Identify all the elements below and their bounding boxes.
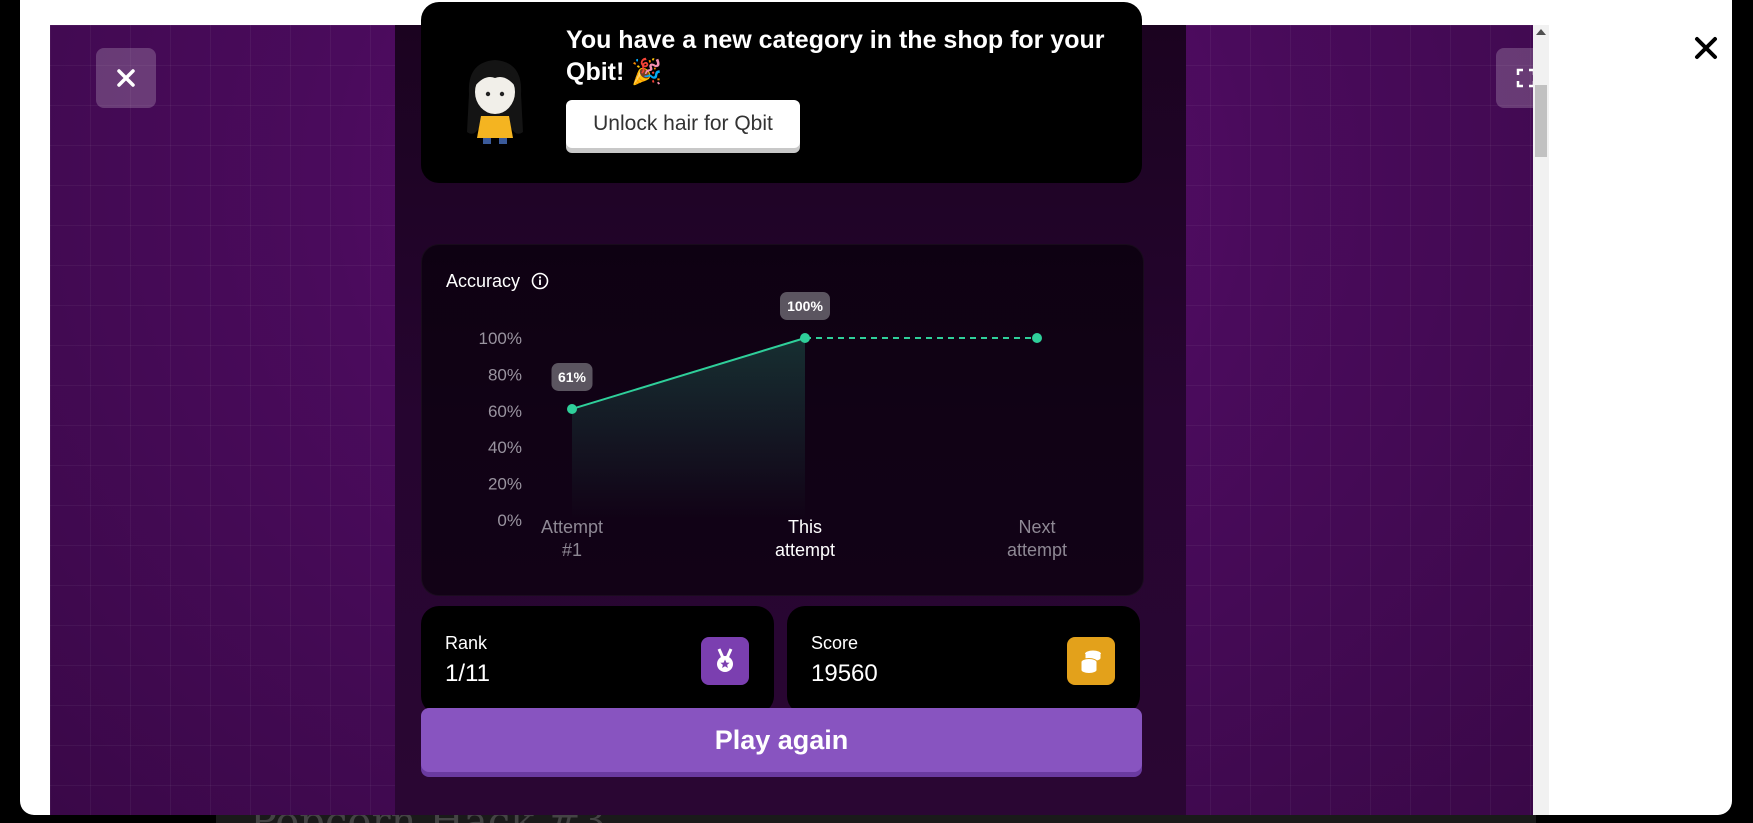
close-icon — [1695, 37, 1717, 59]
accuracy-card: Accuracy 100% 80% 60% 40% 20% 0% 61% 100% Attemp… — [421, 244, 1144, 596]
y-tick-label: 40% — [488, 438, 522, 457]
close-icon — [117, 69, 135, 87]
y-tick-label: 100% — [479, 329, 522, 348]
scroll-thumb[interactable] — [1535, 85, 1547, 157]
rank-card: Rank 1/11 — [421, 606, 774, 714]
rank-value: 1/11 — [445, 660, 490, 687]
x-tick-label: Attempt — [541, 517, 603, 537]
scrollbar[interactable] — [1533, 25, 1549, 815]
modal: You have a new category in the shop for … — [20, 0, 1732, 815]
accuracy-chart: 100% 80% 60% 40% 20% 0% 61% 100% Attempt #1 This at… — [479, 292, 1067, 560]
value-label: 61% — [558, 369, 587, 385]
rank-label: Rank — [445, 633, 488, 653]
unlock-hair-button[interactable]: Unlock hair for Qbit — [566, 100, 800, 148]
data-point — [1032, 333, 1042, 343]
y-tick-label: 60% — [488, 402, 522, 421]
score-value: 19560 — [811, 660, 878, 687]
close-modal-button[interactable] — [1688, 30, 1724, 66]
fullscreen-icon — [1516, 68, 1533, 88]
medal-icon — [701, 637, 749, 685]
x-tick-label: attempt — [775, 540, 835, 560]
y-tick-label: 0% — [497, 511, 522, 530]
x-tick-label: This — [788, 517, 822, 537]
x-tick-label: Next — [1018, 517, 1055, 537]
x-tick-label: #1 — [562, 540, 582, 560]
x-tick-label: attempt — [1007, 540, 1067, 560]
promo-title: You have a new category in the shop for … — [566, 26, 1105, 86]
score-card: Score 19560 — [787, 606, 1140, 714]
data-point — [567, 403, 577, 414]
scroll-up-arrow[interactable] — [1536, 29, 1546, 35]
play-again-button[interactable]: Play again — [421, 708, 1142, 772]
y-tick-label: 80% — [488, 365, 522, 384]
score-label: Score — [811, 633, 859, 653]
promo-card: You have a new category in the shop for … — [421, 2, 1142, 183]
exit-game-button[interactable] — [96, 48, 156, 108]
data-point — [800, 333, 810, 343]
qbit-avatar — [467, 60, 523, 144]
value-label: 100% — [787, 298, 823, 314]
fullscreen-button[interactable] — [1496, 48, 1533, 108]
coins-icon — [1067, 637, 1115, 685]
accuracy-area — [572, 338, 805, 520]
y-tick-label: 20% — [488, 475, 522, 494]
